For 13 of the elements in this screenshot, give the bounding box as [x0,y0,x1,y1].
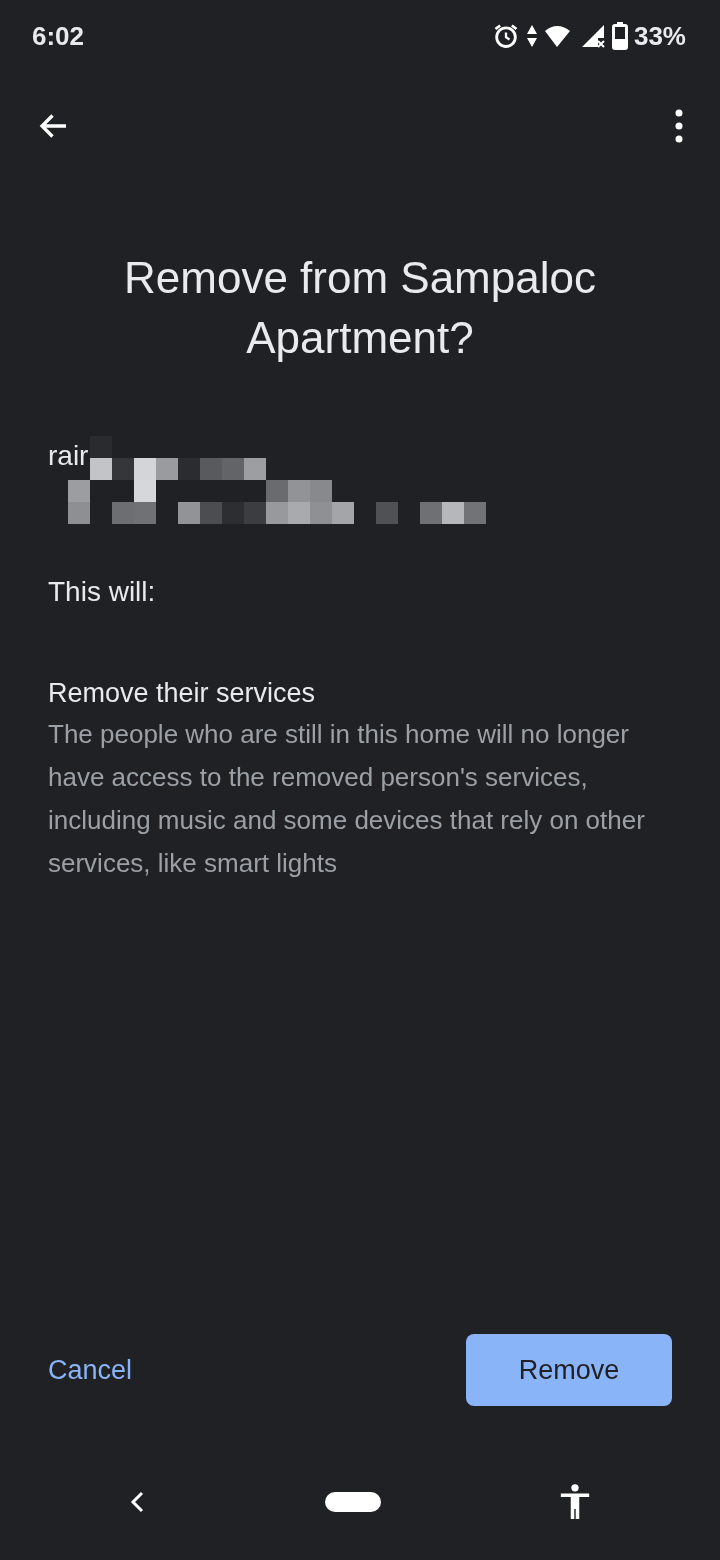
data-arrows-icon [525,23,538,49]
more-options-icon[interactable] [674,109,684,143]
battery-icon [611,22,628,50]
status-time: 6:02 [32,20,85,52]
cancel-button[interactable]: Cancel [48,1354,133,1386]
intro-text: This will: [48,576,157,608]
person-name: rair [48,440,89,472]
dialog-title: Remove from Sampaloc Apartment? [123,252,597,364]
remove-button[interactable]: Remove [466,1334,672,1406]
home-pill[interactable] [325,1492,381,1512]
consequence-heading: Remove their services [48,678,317,709]
consequence-description: The people who are still in this home will no longer have access to the removed person's services, including music and some devices that rely on other services, like smart lights [48,718,646,880]
battery-percent: 33% [633,20,686,52]
